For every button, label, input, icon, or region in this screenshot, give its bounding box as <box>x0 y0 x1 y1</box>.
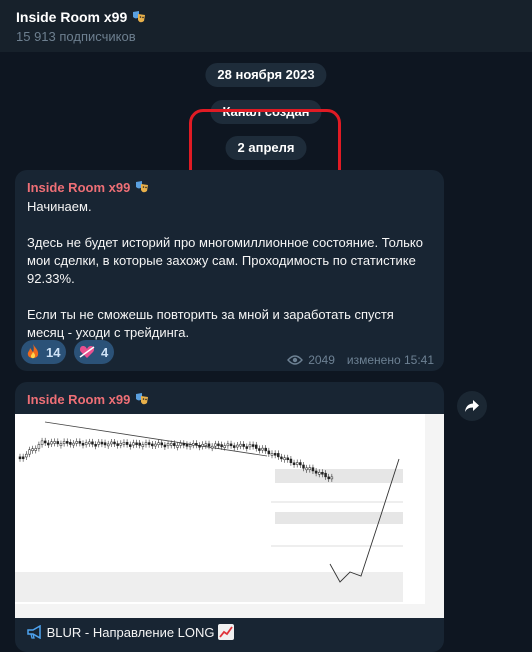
eye-icon <box>287 355 304 365</box>
message-sender-name: Inside Room x99 <box>27 180 131 195</box>
megaphone-icon <box>27 624 41 640</box>
message-sender[interactable]: Inside Room x99 <box>27 180 149 195</box>
message-paragraph: Здесь не будет историй про многомиллионн… <box>27 235 423 286</box>
message-meta: 2049 изменено 15:41 <box>287 353 434 367</box>
share-button[interactable] <box>457 391 487 421</box>
view-count: 2049 <box>308 353 335 367</box>
message-text: Начинаем. Здесь не будет историй про мно… <box>27 198 432 342</box>
channel-header[interactable]: Inside Room x99 15 913 подписчиков <box>0 0 532 52</box>
caption-text: BLUR - Направление LONG <box>46 625 215 640</box>
message-bubble[interactable]: Inside Room x99 BLUR - Направление LONG <box>15 382 444 652</box>
forward-arrow-icon <box>465 400 479 412</box>
theater-masks-icon <box>135 393 148 405</box>
reaction-heart-arrow[interactable]: 4 <box>74 340 115 364</box>
message-sender-name: Inside Room x99 <box>27 392 131 407</box>
reaction-fire[interactable]: 14 <box>21 340 67 364</box>
chart-increasing-icon <box>218 624 235 640</box>
channel-title-text: Inside Room x99 <box>16 9 128 25</box>
theater-masks-icon <box>135 181 148 193</box>
chart-image[interactable] <box>15 414 444 618</box>
message-caption: BLUR - Направление LONG <box>27 624 235 640</box>
subscriber-count: 15 913 подписчиков <box>16 29 136 44</box>
channel-title: Inside Room x99 <box>16 9 146 25</box>
message-paragraph: Начинаем. <box>27 199 92 214</box>
message-feed[interactable]: 28 ноября 2023 Канал создан 2 апреля Ins… <box>0 52 532 652</box>
message-paragraph: Если ты не сможешь повторить за мной и з… <box>27 307 394 340</box>
message-sender[interactable]: Inside Room x99 <box>27 392 149 407</box>
date-pill: 28 ноября 2023 <box>205 63 327 87</box>
reaction-count: 4 <box>101 344 109 360</box>
reaction-count: 14 <box>46 344 61 360</box>
theater-masks-icon <box>133 11 146 23</box>
heart-arrow-icon <box>79 346 95 358</box>
fire-icon <box>27 344 39 359</box>
candlestick-chart-graphic <box>15 414 444 618</box>
edited-time: изменено 15:41 <box>346 353 434 367</box>
message-bubble[interactable]: Inside Room x99 Начинаем. Здесь не будет… <box>15 170 444 371</box>
